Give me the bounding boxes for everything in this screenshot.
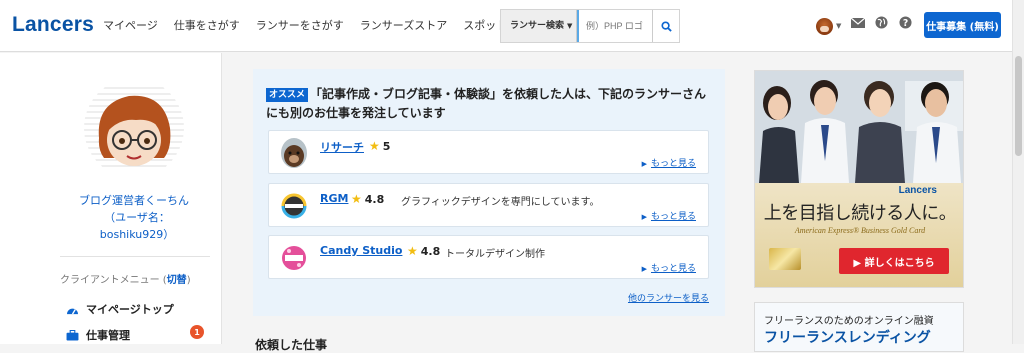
- menu-switch-link[interactable]: 切替: [167, 275, 187, 286]
- sidebar-item-job-management[interactable]: 仕事管理: [66, 327, 130, 343]
- profile-name[interactable]: ブログ運営者くーちん: [0, 192, 268, 209]
- ad-subline: American Express® Business Gold Card: [794, 226, 926, 235]
- more-link-label: もっと見る: [650, 264, 696, 274]
- nav-mypage[interactable]: マイページ: [103, 17, 158, 33]
- ad-brand: Lancers: [898, 185, 937, 196]
- recommend-panel: オススメ 「記事作成・ブログ記事・体験談」を依頼した人は、下記のランサーさんにも別…: [253, 69, 725, 316]
- rgm-logo-icon: [281, 191, 307, 221]
- rating-value: 4.8: [420, 244, 441, 258]
- avatar: [816, 17, 833, 35]
- other-lancers-link[interactable]: 他のランサーを見る: [628, 291, 709, 304]
- nav-lancers-store[interactable]: ランサーズストア: [360, 17, 447, 33]
- sidebar-item-mypage-top[interactable]: マイページトップ: [66, 301, 174, 317]
- ad-banner-lending[interactable]: フリーランスのためのオンライン融資 フリーランスレンディング: [754, 302, 964, 352]
- business-people-photo-icon: [755, 71, 963, 183]
- lancer-avatar[interactable]: [281, 243, 307, 273]
- lancer-description: グラフィックデザインを専門にしています。: [401, 197, 600, 208]
- sidebar-item-label: マイページトップ: [86, 303, 174, 316]
- more-link[interactable]: ▶ もっと見る: [642, 261, 696, 274]
- search-icon: [660, 20, 672, 32]
- nav-find-jobs[interactable]: 仕事をさがす: [174, 17, 240, 33]
- more-link[interactable]: ▶ もっと見る: [642, 209, 696, 222]
- briefcase-icon: [66, 329, 79, 341]
- rating-value: 4.8: [364, 192, 385, 206]
- sidebar: ブログ運営者くーちん （ユーザ名：boshiku929） クライアントメニュー …: [0, 53, 222, 344]
- chevron-right-icon: ▶: [641, 160, 647, 168]
- section-title: 依頼した仕事: [255, 338, 328, 352]
- client-menu-label: クライアントメニュー (: [60, 275, 167, 286]
- gold-card-image: [769, 248, 801, 270]
- search-box: ランサー検索 ▼: [500, 9, 680, 43]
- ad2-line1: フリーランスのためのオンライン融資: [764, 316, 934, 327]
- lancer-avatar[interactable]: [281, 191, 307, 221]
- ad-banner-amex[interactable]: Lancers 上を目指し続ける人に。 American Express® Bu…: [754, 70, 964, 288]
- globe-icon[interactable]: [875, 16, 888, 29]
- caret-down-icon: ▼: [836, 22, 842, 30]
- star-icon: ★: [369, 139, 380, 153]
- rating-value: 5: [382, 139, 391, 153]
- search-type-select[interactable]: ランサー検索 ▼: [501, 10, 577, 42]
- lancer-name[interactable]: Candy Studio: [320, 244, 402, 257]
- ad-photo: [755, 71, 963, 183]
- star-icon: ★: [351, 192, 362, 206]
- recommend-heading-text: 「記事作成・ブログ記事・体験談」を依頼した人は、下記のランサーさんにも別のお仕事…: [266, 87, 707, 120]
- lancer-rating: ★ 5: [369, 139, 390, 153]
- more-link-label: もっと見る: [650, 159, 696, 169]
- account-menu[interactable]: ▼: [816, 15, 841, 37]
- lancer-name[interactable]: リサーチ: [320, 139, 364, 155]
- divider: [60, 256, 210, 257]
- recommend-heading: オススメ 「記事作成・ブログ記事・体験談」を依頼した人は、下記のランサーさんにも別…: [266, 85, 716, 123]
- mail-icon[interactable]: [851, 17, 865, 29]
- lancer-rating: ★ 4.8: [407, 244, 440, 258]
- profile-illustration-icon: [84, 87, 184, 167]
- post-job-button[interactable]: 仕事募集 (無料): [924, 12, 1001, 38]
- candy-studio-logo-icon: [281, 243, 307, 273]
- lancer-card[interactable]: リサーチ ★ 5 ▶ もっと見る: [268, 130, 709, 174]
- dog-photo-icon: [281, 138, 307, 168]
- lancer-description: トータルデザイン制作: [445, 249, 545, 260]
- top-header: Lancers マイページ 仕事をさがす ランサーをさがす ランサーズストア ス…: [0, 0, 1024, 52]
- dashboard-icon: [67, 308, 78, 314]
- lancer-name[interactable]: RGM: [320, 192, 348, 205]
- search-type-label: ランサー検索: [510, 21, 565, 31]
- search-input[interactable]: [577, 10, 653, 42]
- ad-headline: 上を目指し続ける人に。: [763, 203, 957, 224]
- lancer-rating: ★ 4.8: [351, 192, 384, 206]
- sidebar-item-label: 仕事管理: [86, 329, 130, 342]
- scroll-thumb[interactable]: [1015, 56, 1022, 156]
- more-link-label: もっと見る: [650, 212, 696, 222]
- star-icon: ★: [407, 244, 418, 258]
- profile-username[interactable]: （ユーザ名：boshiku929）: [82, 209, 192, 243]
- help-icon[interactable]: ?: [899, 16, 912, 29]
- nav-find-lancers[interactable]: ランサーをさがす: [256, 17, 344, 33]
- lancers-logo[interactable]: Lancers: [12, 13, 94, 37]
- chevron-right-icon: ▶: [641, 265, 647, 273]
- lancer-card[interactable]: RGM ★ 4.8 グラフィックデザインを専門にしています。 ▶ もっと見る: [268, 183, 709, 227]
- lancer-avatar[interactable]: [281, 138, 307, 168]
- ad2-line2: フリーランスレンディング: [764, 330, 931, 346]
- more-link[interactable]: ▶ もっと見る: [642, 156, 696, 169]
- scrollbar[interactable]: [1012, 0, 1024, 344]
- lancer-card[interactable]: Candy Studio ★ 4.8 トータルデザイン制作 ▶ もっと見る: [268, 235, 709, 279]
- recommend-tag: オススメ: [266, 88, 309, 102]
- main-nav: マイページ 仕事をさがす ランサーをさがす ランサーズストア スポット常駐: [103, 17, 545, 33]
- profile-avatar[interactable]: [84, 78, 184, 178]
- ad-cta-button[interactable]: ▶ 詳しくはこちら: [839, 248, 949, 274]
- search-button[interactable]: [653, 10, 679, 42]
- caret-down-icon: ▼: [567, 22, 573, 30]
- client-menu-title: クライアントメニュー (切替): [60, 271, 191, 286]
- notification-badge: 1: [190, 325, 204, 339]
- svg-text:?: ?: [903, 18, 908, 29]
- client-menu-label-end: ): [186, 275, 191, 286]
- chevron-right-icon: ▶: [641, 213, 647, 221]
